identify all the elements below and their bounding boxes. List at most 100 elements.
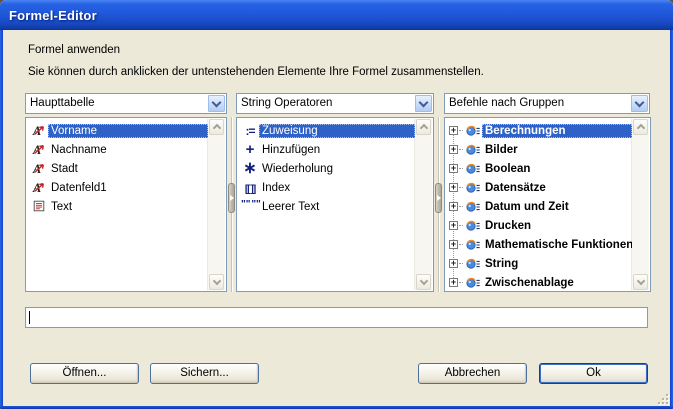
scrollbar[interactable] [207, 119, 225, 290]
ok-button[interactable]: Ok [539, 363, 648, 384]
group-icon [464, 256, 482, 272]
instruction: Sie können durch anklicken der untensteh… [28, 66, 484, 78]
list-item-label: Wiederholung [259, 162, 415, 176]
tree-connector [459, 225, 463, 226]
list-item-label: Datensätze [482, 181, 632, 195]
list-item-label: Hinzufügen [259, 143, 415, 157]
operator-dropdown[interactable]: String Operatoren [236, 93, 434, 114]
list-item[interactable]: + Zwischenablage [446, 273, 632, 290]
plus-icon: + [241, 142, 259, 158]
list-item-label: Zwischenablage [482, 276, 632, 290]
empty-text-icon: "" "" [241, 199, 259, 215]
tree-expander-icon[interactable]: + [449, 145, 458, 154]
list-item[interactable]: AVorname [27, 121, 208, 140]
tree-expander-icon[interactable]: + [449, 164, 458, 173]
pane-splitter[interactable] [435, 117, 444, 292]
index-icon: [[ ]] [241, 180, 259, 196]
list-item[interactable]: + Bilder [446, 140, 632, 159]
repeat-icon: ∗ [241, 161, 259, 177]
splitter-handle[interactable] [435, 183, 442, 213]
open-button[interactable]: Öffnen... [30, 363, 139, 384]
list-item[interactable]: + Datum und Zeit [446, 197, 632, 216]
scroll-down-button[interactable] [416, 274, 431, 290]
group-icon [464, 180, 482, 196]
field-icon: A [30, 161, 48, 177]
list-item-label: Leerer Text [259, 200, 415, 214]
list-item[interactable]: "" ""Leerer Text [238, 197, 415, 216]
list-item[interactable]: + Datensätze [446, 178, 632, 197]
operator-dropdown-value: String Operatoren [241, 97, 332, 109]
list-item[interactable]: [[ ]]Index [238, 178, 415, 197]
field-icon: A [30, 180, 48, 196]
operators-listbox[interactable]: :=Zuweisung+Hinzufügen∗Wiederholung[[ ]]… [236, 117, 434, 292]
operator-dropdown-arrow-button[interactable] [415, 95, 432, 112]
fields-listbox[interactable]: AVornameANachnameAStadtADatenfeld1Text [25, 117, 227, 292]
group-icon [464, 275, 482, 291]
cancel-button[interactable]: Abbrechen [418, 363, 527, 384]
list-item[interactable]: AStadt [27, 159, 208, 178]
formula-input[interactable] [25, 307, 648, 328]
tree-expander-icon[interactable]: + [449, 183, 458, 192]
field-icon: A [30, 123, 48, 139]
list-item[interactable]: + Boolean [446, 159, 632, 178]
list-item-label: Bilder [482, 143, 632, 157]
scroll-up-button[interactable] [633, 119, 648, 135]
table-dropdown[interactable]: Haupttabelle [25, 93, 227, 114]
splitter-handle[interactable] [228, 183, 235, 213]
tree-expander-icon[interactable]: + [449, 240, 458, 249]
command-group-dropdown[interactable]: Befehle nach Gruppen [444, 93, 650, 114]
scrollbar[interactable] [631, 119, 649, 290]
chevron-down-icon [635, 97, 645, 107]
list-item[interactable]: +Drucken [446, 216, 632, 235]
save-button[interactable]: Sichern... [150, 363, 259, 384]
list-item[interactable]: :=Zuweisung [238, 121, 415, 140]
table-dropdown-value: Haupttabelle [30, 97, 95, 109]
list-item-label: Index [259, 181, 415, 195]
command-group-dropdown-arrow-button[interactable] [631, 95, 648, 112]
chevron-up-icon [419, 124, 427, 132]
list-item-label: Datenfeld1 [48, 181, 208, 195]
list-item[interactable]: Text [27, 197, 208, 216]
list-item[interactable]: + Mathematische Funktionen [446, 235, 632, 254]
resize-grip[interactable] [656, 392, 668, 404]
chevron-up-icon [212, 124, 220, 132]
list-item-label: Boolean [482, 162, 632, 176]
scroll-down-button[interactable] [209, 274, 224, 290]
chevron-down-icon [419, 277, 427, 285]
titlebar[interactable]: Formel-Editor [0, 0, 673, 30]
list-item-label: Text [48, 200, 208, 214]
list-item[interactable]: A Datenfeld1 [27, 178, 208, 197]
svg-text:A: A [32, 181, 41, 195]
field-icon: A [30, 142, 48, 158]
command-groups-tree[interactable]: +Berechnungen+Bilder+Boolean+Datensätze+… [444, 117, 651, 292]
chevron-down-icon [212, 97, 222, 107]
tree-expander-icon[interactable]: + [449, 221, 458, 230]
tree-expander-icon[interactable]: + [449, 202, 458, 211]
tree-connector [459, 282, 463, 283]
list-item[interactable]: ∗Wiederholung [238, 159, 415, 178]
list-item[interactable]: +Berechnungen [446, 121, 632, 140]
tree-expander-icon[interactable]: + [449, 278, 458, 287]
scroll-down-button[interactable] [633, 274, 648, 290]
arrow-right-icon [437, 195, 441, 201]
formel-editor-dialog: Formel-Editor Formel anwenden Sie können… [0, 0, 673, 409]
list-item-label: Nachname [48, 143, 208, 157]
group-icon [464, 218, 482, 234]
tree-expander-icon[interactable]: + [449, 126, 458, 135]
window-title: Formel-Editor [0, 8, 97, 23]
list-item-label: Datum und Zeit [482, 200, 632, 214]
scrollbar[interactable] [414, 119, 432, 290]
list-item-label: Mathematische Funktionen [482, 238, 632, 252]
group-icon [464, 123, 482, 139]
scroll-up-button[interactable] [209, 119, 224, 135]
scroll-up-button[interactable] [416, 119, 431, 135]
list-item[interactable]: ANachname [27, 140, 208, 159]
list-item-label: Zuweisung [259, 124, 415, 138]
list-item[interactable]: +String [446, 254, 632, 273]
group-icon [464, 237, 482, 253]
command-group-dropdown-value: Befehle nach Gruppen [449, 97, 564, 109]
list-item[interactable]: +Hinzufügen [238, 140, 415, 159]
table-dropdown-arrow-button[interactable] [208, 95, 225, 112]
tree-expander-icon[interactable]: + [449, 259, 458, 268]
group-icon [464, 142, 482, 158]
